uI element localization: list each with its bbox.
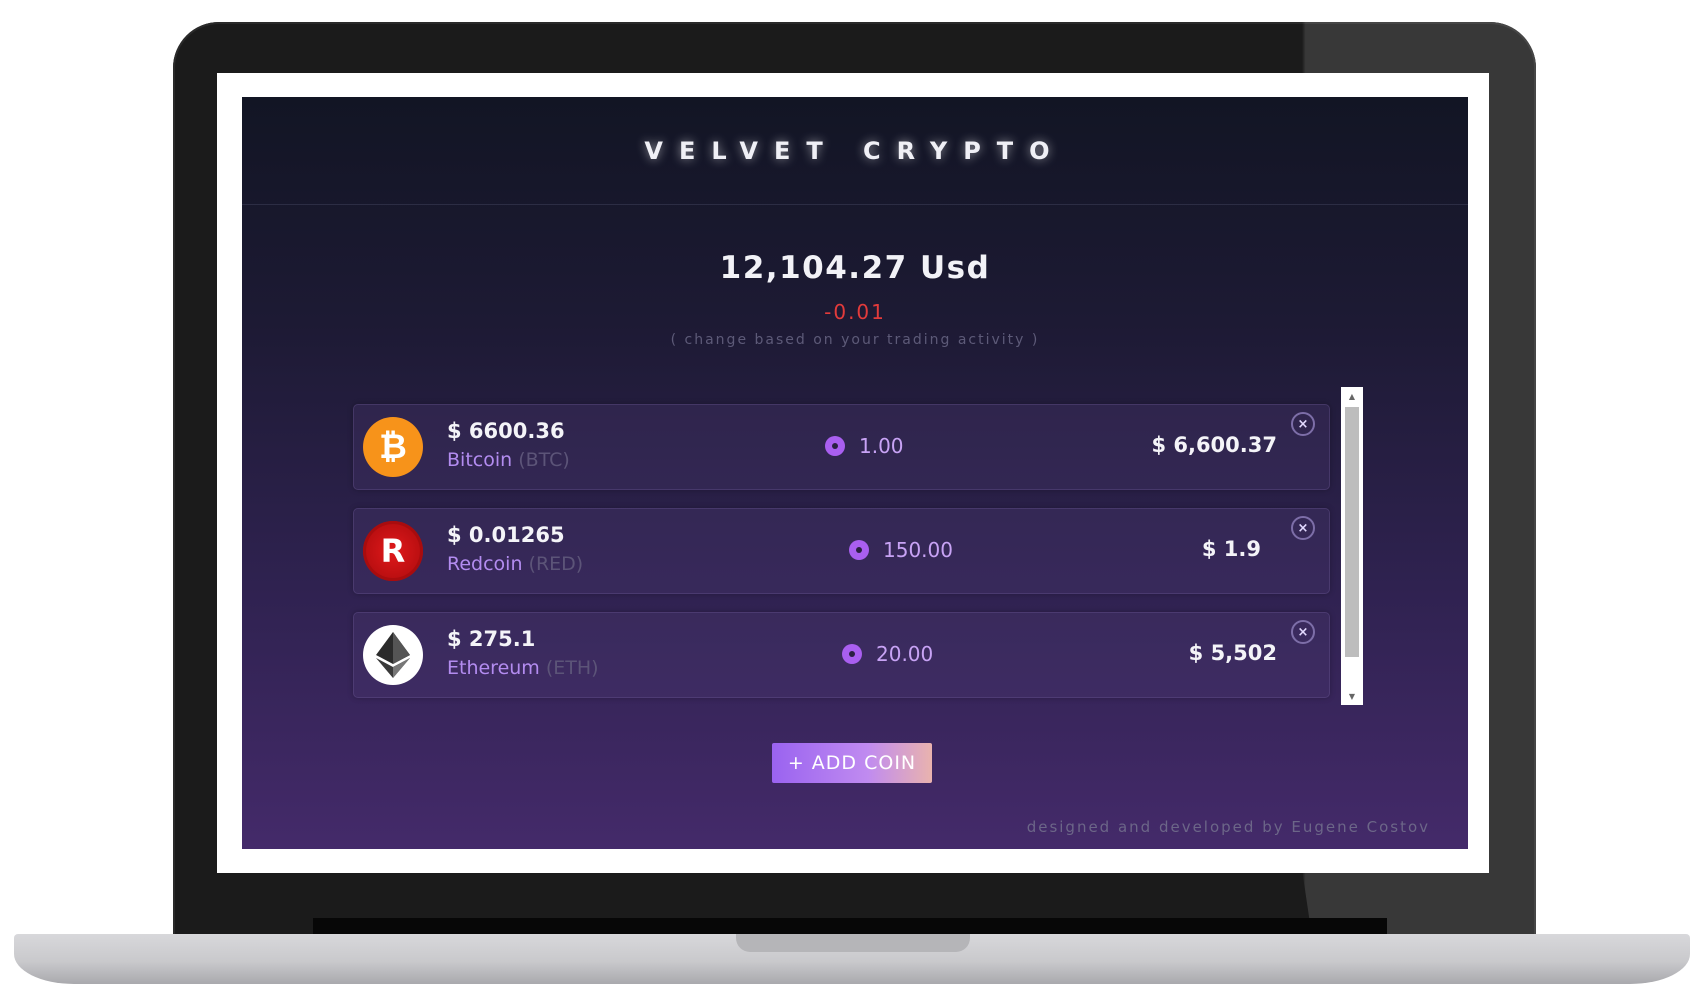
portfolio-summary: 12,104.27 Usd -0.01 ( change based on yo… (242, 250, 1468, 348)
add-coin-button[interactable]: + ADD COIN (772, 743, 932, 783)
coin-symbol: (BTC) (518, 449, 570, 471)
remove-coin-button[interactable]: × (1291, 620, 1315, 644)
ethereum-logo-icon (363, 625, 423, 685)
coin-symbol: (RED) (528, 553, 584, 575)
laptop-base-notch (736, 934, 970, 952)
scroll-thumb[interactable] (1345, 407, 1359, 657)
coin-price: $ 0.01265 (447, 523, 565, 547)
scroll-down-arrow-icon[interactable]: ▼ (1341, 687, 1363, 705)
coin-amount: 1.00 (825, 434, 904, 458)
laptop-hinge (313, 918, 1387, 934)
app-screen: VELVET CRYPTO 12,104.27 Usd -0.01 ( chan… (242, 97, 1468, 849)
coin-price: $ 275.1 (447, 627, 536, 651)
coin-name: Ethereum (ETH) (447, 657, 599, 679)
app-header: VELVET CRYPTO (242, 97, 1468, 205)
amount-dot-icon (825, 436, 845, 456)
coin-amount-value: 20.00 (876, 642, 934, 666)
coin-list: ₿ $ 6600.36 Bitcoin (BTC) 1.00 $ 6,600.3… (353, 387, 1333, 705)
coin-price: $ 6600.36 (447, 419, 565, 443)
coin-name: Bitcoin (BTC) (447, 449, 570, 471)
redcoin-logo-icon: R (363, 521, 423, 581)
coin-amount-value: 1.00 (859, 434, 904, 458)
coin-symbol: (ETH) (545, 657, 599, 679)
coin-name-label: Bitcoin (447, 449, 513, 471)
coin-card-ethereum: $ 275.1 Ethereum (ETH) 20.00 $ 5,502 × (353, 612, 1330, 698)
coin-holding-value: $ 5,502 (1188, 641, 1277, 665)
coin-amount-value: 150.00 (883, 538, 953, 562)
scroll-up-arrow-icon[interactable]: ▲ (1341, 387, 1363, 405)
coin-name: Redcoin (RED) (447, 553, 583, 575)
remove-coin-button[interactable]: × (1291, 516, 1315, 540)
coin-list-container: ₿ $ 6600.36 Bitcoin (BTC) 1.00 $ 6,600.3… (353, 387, 1363, 705)
remove-coin-button[interactable]: × (1291, 412, 1315, 436)
portfolio-change: -0.01 (824, 300, 886, 324)
portfolio-total: 12,104.27 Usd (719, 250, 991, 286)
coin-amount: 150.00 (849, 538, 953, 562)
ethereum-diamond-icon (376, 632, 410, 678)
change-note: ( change based on your trading activity … (670, 332, 1040, 348)
coin-card-bitcoin: ₿ $ 6600.36 Bitcoin (BTC) 1.00 $ 6,600.3… (353, 404, 1330, 490)
amount-dot-icon (849, 540, 869, 560)
coin-name-label: Ethereum (447, 657, 540, 679)
coin-holding-value: $ 1.9 (1201, 537, 1261, 561)
brand-title: VELVET CRYPTO (644, 136, 1066, 165)
coin-holding-value: $ 6,600.37 (1151, 433, 1277, 457)
coin-amount: 20.00 (842, 642, 933, 666)
coin-card-redcoin: R $ 0.01265 Redcoin (RED) 150.00 $ 1.9 × (353, 508, 1330, 594)
footer-credit: designed and developed by Eugene Costov (1026, 818, 1430, 836)
bitcoin-logo-icon: ₿ (363, 417, 423, 477)
amount-dot-icon (842, 644, 862, 664)
coin-list-scrollbar[interactable]: ▲ ▼ (1341, 387, 1363, 705)
coin-name-label: Redcoin (447, 553, 523, 575)
